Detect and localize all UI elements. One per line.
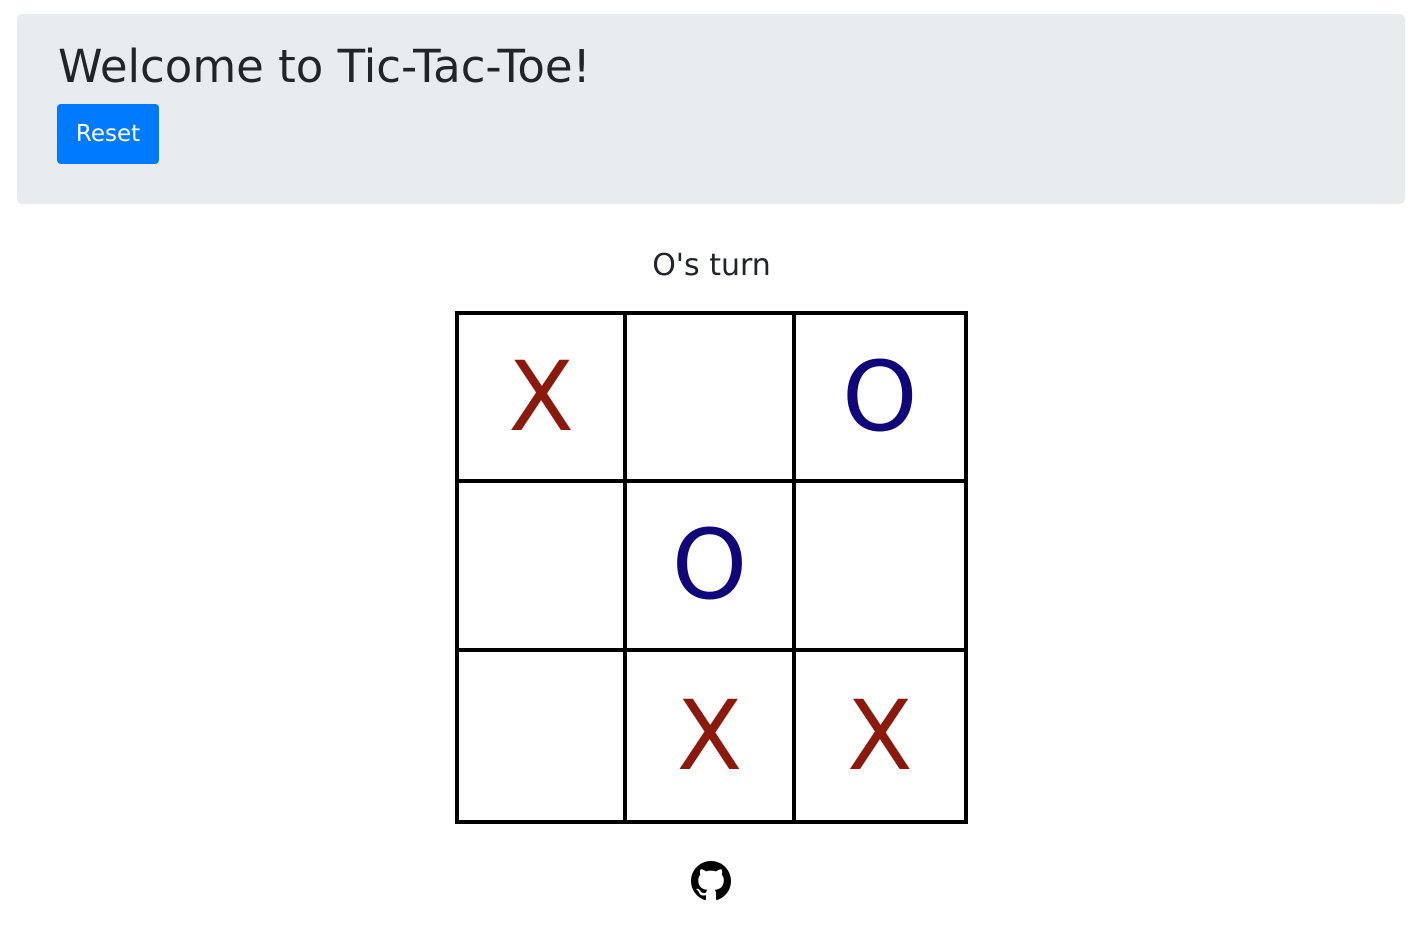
board-cell[interactable] xyxy=(795,483,964,652)
header-jumbotron: Welcome to Tic-Tac-Toe! Reset xyxy=(17,14,1405,204)
board-cell[interactable]: O xyxy=(795,315,964,484)
board-cell[interactable] xyxy=(459,651,628,820)
github-link[interactable] xyxy=(691,861,731,901)
board-cell[interactable]: X xyxy=(459,315,628,484)
github-icon xyxy=(691,861,731,901)
board-cell[interactable] xyxy=(627,315,796,484)
turn-status: O's turn xyxy=(652,248,771,283)
reset-button[interactable]: Reset xyxy=(57,104,159,164)
board-cell[interactable]: X xyxy=(796,652,964,820)
page-title: Welcome to Tic-Tac-Toe! xyxy=(58,40,591,93)
board-cell[interactable]: X xyxy=(627,651,796,820)
game-board: X O O X X xyxy=(455,311,968,824)
board-cell[interactable]: O xyxy=(627,483,796,652)
board-cell[interactable] xyxy=(459,483,628,652)
